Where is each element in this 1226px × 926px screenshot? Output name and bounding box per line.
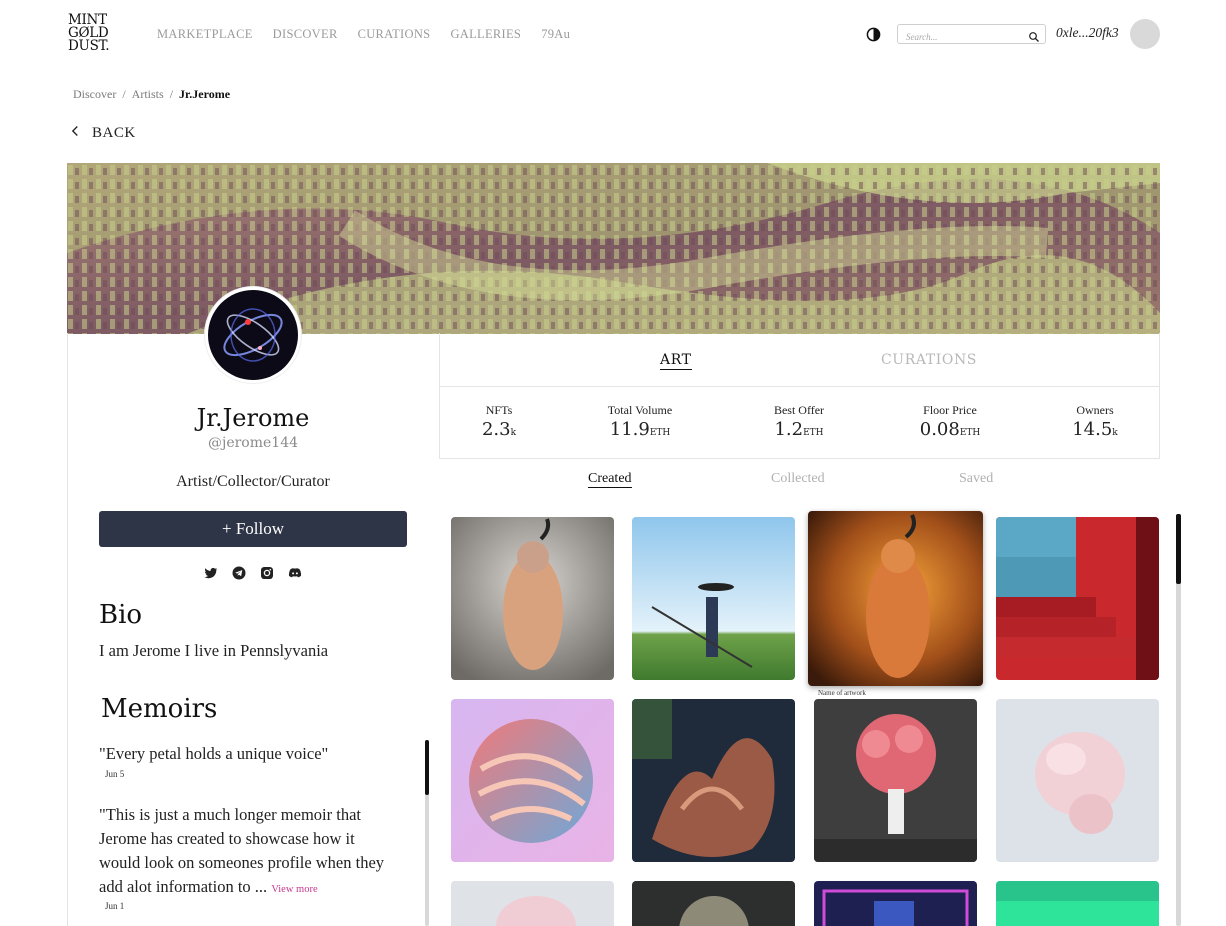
artist-role: Artist/Collector/Curator: [176, 473, 330, 490]
search-box[interactable]: [897, 24, 1046, 46]
stat-value: 14.5k: [1025, 419, 1165, 440]
artwork-card[interactable]: [632, 699, 795, 862]
stat-total-volume: Total Volume 11.9ETH: [570, 403, 710, 440]
memoir-date: Jun 1: [105, 901, 125, 911]
stat-number: 14.5: [1072, 419, 1113, 440]
stat-label: Owners: [1076, 403, 1114, 417]
breadcrumb-current: Jr.Jerome: [179, 87, 231, 101]
social-links: [204, 565, 302, 580]
stat-value: 1.2ETH: [729, 419, 869, 440]
wallet-address[interactable]: 0xle...20fk3: [1056, 25, 1119, 41]
bio-text: I am Jerome I live in Pennslyvania: [99, 641, 329, 660]
chevron-left-icon: [71, 125, 80, 142]
profile-picture: [205, 287, 301, 383]
view-more-link[interactable]: View more: [271, 884, 317, 895]
artwork-name-caption: Name of artwork: [818, 689, 866, 697]
stats-panel: [439, 333, 1160, 459]
stat-value: 0.08ETH: [880, 419, 1020, 440]
artwork-card[interactable]: [451, 881, 614, 926]
memoir-text: "This is just a much longer memoir that …: [99, 805, 385, 896]
subtab-saved[interactable]: Saved: [959, 471, 993, 487]
stat-best-offer: Best Offer 1.2ETH: [729, 403, 869, 440]
subtab-created[interactable]: Created: [588, 471, 632, 488]
discord-icon[interactable]: [288, 565, 302, 579]
stat-label: Floor Price: [923, 403, 977, 417]
logo-line-3: DUST.: [68, 38, 110, 54]
artwork-card[interactable]: [451, 517, 614, 680]
artwork-card[interactable]: [996, 881, 1159, 926]
stat-owners: Owners 14.5k: [1025, 403, 1165, 440]
artwork-card[interactable]: [814, 881, 977, 926]
stat-value: 2.3k: [429, 419, 569, 440]
logo[interactable]: MINT GØLD DUST.: [68, 13, 128, 54]
telegram-icon[interactable]: [232, 565, 246, 580]
nav-marketplace[interactable]: MARKETPLACE: [157, 27, 253, 42]
memoirs-heading: Memoirs: [101, 694, 218, 724]
nav-galleries[interactable]: GALLERIES: [450, 27, 521, 42]
stat-number: 11.9: [609, 419, 650, 440]
artwork-card[interactable]: [632, 517, 795, 680]
breadcrumb: Discover / Artists / Jr.Jerome: [73, 87, 230, 102]
stat-unit: ETH: [803, 428, 824, 438]
user-avatar[interactable]: [1130, 19, 1160, 49]
stat-unit: k: [1112, 428, 1118, 438]
nav-discover[interactable]: DISCOVER: [273, 27, 338, 42]
artist-handle: @jerome144: [207, 435, 299, 451]
breadcrumb-discover[interactable]: Discover: [73, 87, 116, 102]
search-icon[interactable]: [1028, 28, 1040, 42]
back-label: BACK: [92, 125, 136, 141]
subtab-collected[interactable]: Collected: [771, 471, 825, 487]
artwork-card[interactable]: [451, 699, 614, 862]
memoir-text: "Every petal holds a unique voice": [99, 744, 329, 763]
artwork-card[interactable]: [996, 699, 1159, 862]
stat-unit: ETH: [959, 428, 981, 438]
twitter-icon[interactable]: [204, 565, 218, 579]
gallery-scrollbar-thumb[interactable]: [1176, 514, 1181, 584]
instagram-icon[interactable]: [260, 565, 274, 579]
stat-label: Total Volume: [607, 403, 673, 417]
breadcrumb-artists[interactable]: Artists: [132, 87, 164, 102]
bio-heading: Bio: [99, 600, 143, 630]
stat-unit: k: [510, 428, 517, 438]
stat-label: Best Offer: [773, 403, 825, 417]
stat-number: 2.3: [481, 419, 511, 440]
stat-value: 11.9ETH: [570, 419, 710, 440]
tab-curations[interactable]: CURATIONS: [881, 352, 977, 368]
main-nav: MARKETPLACE DISCOVER CURATIONS GALLERIES…: [157, 27, 570, 42]
stat-nfts: NFTs 2.3k: [429, 403, 569, 440]
artwork-card[interactable]: [814, 699, 977, 862]
artist-name: Jr.Jerome: [196, 404, 310, 432]
memoir-date: Jun 5: [105, 769, 125, 779]
breadcrumb-separator: /: [122, 87, 126, 101]
breadcrumb-separator: /: [169, 87, 174, 101]
theme-toggle-icon[interactable]: [866, 27, 881, 42]
artwork-card-hovered[interactable]: [808, 511, 983, 686]
stat-unit: ETH: [649, 428, 671, 438]
stat-floor-price: Floor Price 0.08ETH: [880, 403, 1020, 440]
tab-art[interactable]: ART: [660, 352, 692, 370]
memoirs-scrollbar-thumb[interactable]: [425, 740, 429, 795]
nav-curations[interactable]: CURATIONS: [358, 27, 431, 42]
artwork-card[interactable]: [996, 517, 1159, 680]
follow-button[interactable]: + Follow: [99, 511, 407, 547]
search-input[interactable]: [898, 28, 1018, 46]
artwork-card[interactable]: [632, 881, 795, 926]
stat-label: NFTs: [485, 403, 513, 417]
back-button[interactable]: BACK: [71, 125, 136, 142]
divider: [439, 386, 1160, 387]
stat-number: 0.08: [919, 419, 960, 440]
nav-79au[interactable]: 79Au: [541, 27, 570, 42]
stat-number: 1.2: [774, 419, 804, 440]
memoir-item: "This is just a much longer memoir that …: [99, 803, 399, 902]
